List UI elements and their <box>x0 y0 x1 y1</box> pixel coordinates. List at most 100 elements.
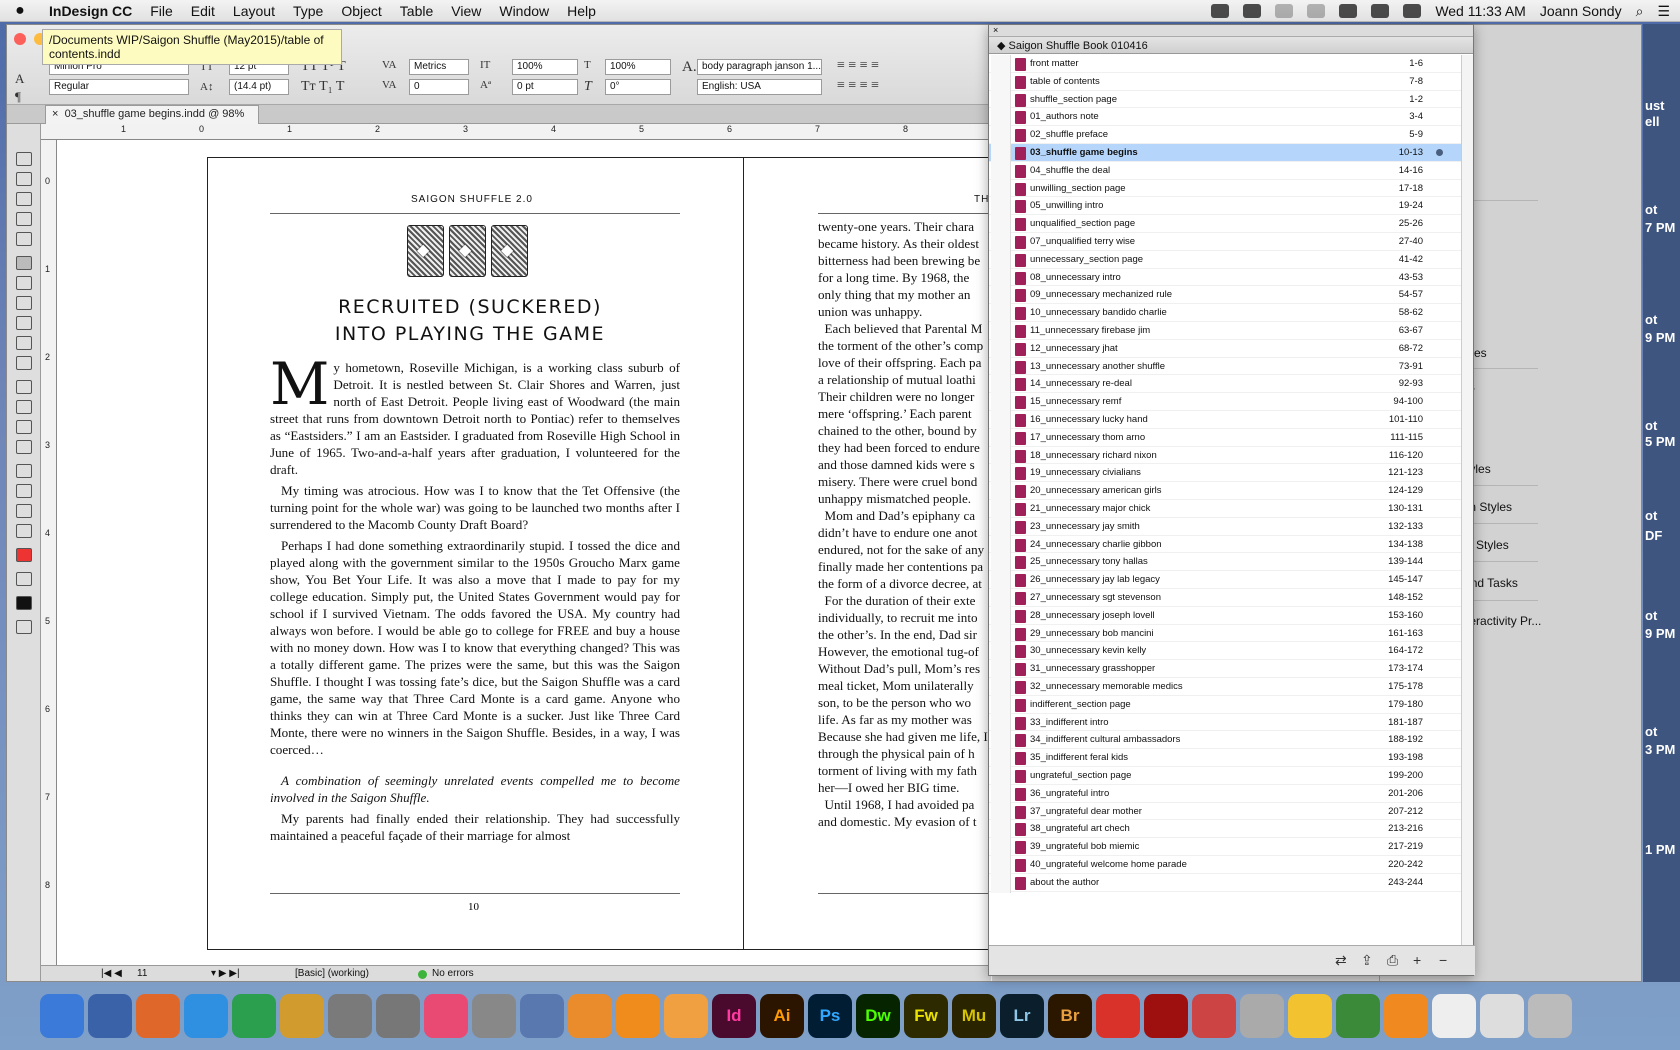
thunderbird-icon[interactable] <box>88 994 132 1038</box>
illustrator-icon[interactable]: Ai <box>760 994 804 1038</box>
menu-app-name[interactable]: InDesign CC <box>40 3 141 19</box>
book-document-row[interactable]: 02_shuffle preface 5-9 <box>989 126 1463 146</box>
free-transform-tool-icon[interactable] <box>16 400 32 414</box>
printer-icon[interactable] <box>1240 994 1284 1038</box>
page-number-field[interactable]: 11 <box>137 968 147 979</box>
safari-icon[interactable] <box>184 994 228 1038</box>
book-document-row[interactable]: 37_ungrateful dear mother 207-212 <box>989 802 1463 822</box>
visibility-checkbox[interactable] <box>991 767 1011 786</box>
book-document-row[interactable]: 18_unnecessary richard nixon 116-120 <box>989 446 1463 466</box>
zoom-tool-icon[interactable] <box>16 524 32 538</box>
visibility-checkbox[interactable] <box>991 713 1011 733</box>
book-document-row[interactable]: 28_unnecessary joseph lovell 153-160 <box>989 606 1463 626</box>
book-document-row[interactable]: unnecessary_section page 41-42 <box>989 250 1463 270</box>
visibility-checkbox[interactable] <box>991 90 1011 110</box>
right-page[interactable]: TH twenty-one years. Their chara became h… <box>744 158 1008 949</box>
pages-icon[interactable] <box>568 994 612 1038</box>
visibility-checkbox[interactable] <box>991 678 1011 697</box>
menu-view[interactable]: View <box>442 3 490 19</box>
visibility-checkbox[interactable] <box>991 838 1011 858</box>
rectangle-tool-icon[interactable] <box>16 356 32 370</box>
visibility-checkbox[interactable] <box>991 731 1011 751</box>
type-tool-icon[interactable] <box>16 256 32 270</box>
leading-field[interactable]: (14.4 pt) <box>229 79 289 95</box>
book-document-row[interactable]: unwilling_section page 17-18 <box>989 179 1463 199</box>
book-document-row[interactable]: 13_unnecessary another shuffle 73-91 <box>989 357 1463 377</box>
synchronize-icon[interactable]: ⇄ <box>1335 952 1347 969</box>
book-document-row[interactable]: 24_unnecessary charlie gibbon 134-138 <box>989 535 1463 555</box>
book-document-row[interactable]: 16_unnecessary lucky hand 101-110 <box>989 411 1463 430</box>
visibility-checkbox[interactable] <box>991 144 1011 163</box>
next-page-icon[interactable]: ▾ ▶ ▶| <box>211 968 240 979</box>
preflight-profile[interactable]: [Basic] (working) <box>295 968 369 979</box>
book-document-row[interactable]: indifferent_section page 179-180 <box>989 695 1463 715</box>
book-document-row[interactable]: 34_indifferent cultural ambassadors 188-1… <box>989 731 1463 751</box>
visibility-checkbox[interactable] <box>991 695 1011 715</box>
gradient-tool-icon[interactable] <box>16 420 32 434</box>
visibility-checkbox[interactable] <box>991 446 1011 466</box>
baseline-shift-field[interactable]: 0 pt <box>512 79 578 95</box>
calendar-icon[interactable] <box>1403 4 1422 18</box>
book-document-row[interactable]: front matter 1-6 <box>989 55 1463 74</box>
acrobat-icon[interactable] <box>1096 994 1140 1038</box>
book-document-row[interactable]: 25_unnecessary tony hallas 139-144 <box>989 553 1463 573</box>
preflight-errors[interactable]: No errors <box>432 968 474 979</box>
visibility-checkbox[interactable] <box>991 428 1011 448</box>
network-utility-icon[interactable] <box>520 994 564 1038</box>
fireworks-icon[interactable]: Fw <box>904 994 948 1038</box>
visibility-checkbox[interactable] <box>991 375 1011 395</box>
skew-field[interactable]: 0° <box>605 79 671 95</box>
book-document-row[interactable]: table of contents 7-8 <box>989 72 1463 92</box>
font-style-field[interactable]: Regular <box>49 79 189 95</box>
visibility-checkbox[interactable] <box>991 393 1011 413</box>
menu-file[interactable]: File <box>141 3 182 19</box>
book-document-row[interactable]: 17_unnecessary thom arno 111-115 <box>989 428 1463 448</box>
fill-stroke-icon[interactable] <box>16 548 32 562</box>
clock[interactable]: Wed 11:33 AM <box>1435 3 1526 19</box>
visibility-checkbox[interactable] <box>991 286 1011 306</box>
visibility-checkbox[interactable] <box>991 233 1011 252</box>
book-document-row[interactable]: 23_unnecessary jay smith 132-133 <box>989 517 1463 537</box>
screen-mode-icon[interactable] <box>16 620 32 634</box>
creative-cloud-icon[interactable] <box>1243 4 1262 18</box>
book-document-row[interactable]: 12_unnecessary jhat 68-72 <box>989 339 1463 359</box>
visibility-checkbox[interactable] <box>991 411 1011 430</box>
book-panel-titlebar[interactable]: × <box>989 25 1473 37</box>
visibility-checkbox[interactable] <box>991 571 1011 591</box>
book-panel-tab[interactable]: ◆ Saigon Shuffle Book 010416 <box>989 37 1473 54</box>
book-document-row[interactable]: 11_unnecessary firebase jim 63-67 <box>989 322 1463 341</box>
gap-tool-icon[interactable] <box>16 212 32 226</box>
visibility-checkbox[interactable] <box>991 517 1011 537</box>
menu-window[interactable]: Window <box>490 3 558 19</box>
paragraph-style-field[interactable]: body paragraph janson 1... <box>697 59 822 75</box>
visibility-checkbox[interactable] <box>991 215 1011 235</box>
muse-icon[interactable]: Mu <box>952 994 996 1038</box>
tracking-field[interactable]: 0 <box>409 79 469 95</box>
user-name[interactable]: Joann Sondy <box>1540 3 1622 19</box>
eyedropper-tool-icon[interactable] <box>16 484 32 498</box>
finder-icon[interactable] <box>40 994 84 1038</box>
book-document-row[interactable]: 31_unnecessary grasshopper 173-174 <box>989 660 1463 680</box>
remove-document-icon[interactable]: − <box>1439 952 1447 968</box>
justify-icon[interactable]: ≡ ≡ ≡ ≡ <box>837 78 879 94</box>
visibility-checkbox[interactable] <box>991 268 1011 288</box>
visibility-checkbox[interactable] <box>991 108 1011 128</box>
book-document-row[interactable]: 36_ungrateful intro 201-206 <box>989 784 1463 804</box>
book-document-row[interactable]: 29_unnecessary bob mancini 161-163 <box>989 624 1463 644</box>
evernote-icon[interactable] <box>1211 4 1230 18</box>
visibility-checkbox[interactable] <box>991 197 1011 217</box>
bluetooth-icon[interactable] <box>1307 4 1326 18</box>
visibility-checkbox[interactable] <box>991 464 1011 484</box>
visibility-checkbox[interactable] <box>991 500 1011 519</box>
book-document-row[interactable]: 26_unnecessary jay lab legacy 145-147 <box>989 571 1463 591</box>
horizontal-scale-field[interactable]: 100% <box>605 59 671 75</box>
book-document-row[interactable]: 09_unnecessary mechanized rule 54-57 <box>989 286 1463 306</box>
visibility-checkbox[interactable] <box>991 784 1011 804</box>
book-document-row[interactable]: 20_unnecessary american girls 124-129 <box>989 482 1463 502</box>
book-document-row[interactable]: 21_unnecessary major chick 130-131 <box>989 500 1463 519</box>
book-document-row[interactable]: 19_unnecessary civialians 121-123 <box>989 464 1463 484</box>
spotlight-icon[interactable]: ⌕ <box>1636 3 1644 20</box>
menu-help[interactable]: Help <box>558 3 605 19</box>
visibility-checkbox[interactable] <box>991 589 1011 608</box>
vertical-scale-field[interactable]: 100% <box>512 59 578 75</box>
